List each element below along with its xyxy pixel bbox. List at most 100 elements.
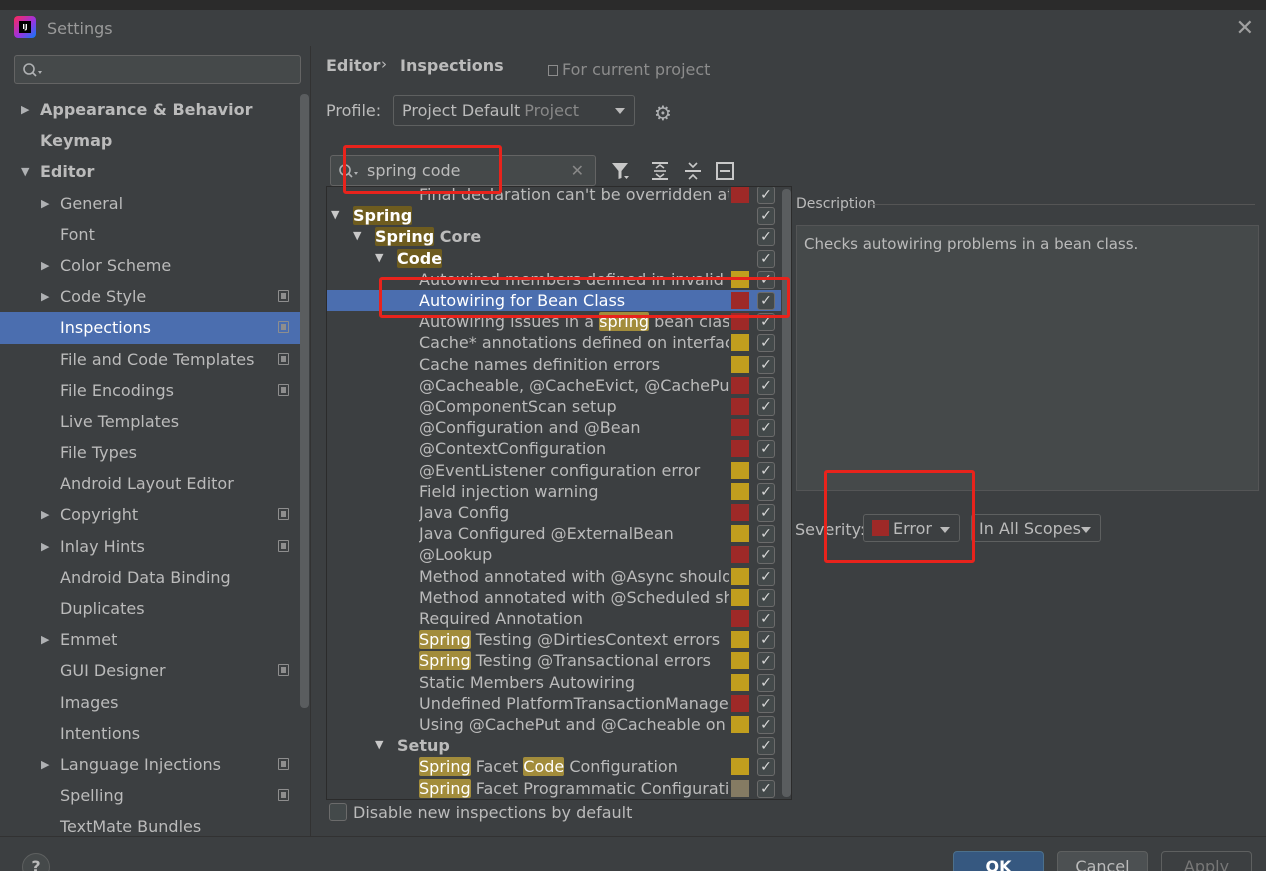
inspection-row[interactable]: Cache* annotations defined on interfaces… [327,332,781,353]
expand-right-icon[interactable]: ▶ [41,281,49,312]
inspection-row[interactable]: Java Configured @ExternalBean ✓ [327,523,781,544]
sidebar-item-file-and-code-templates[interactable]: File and Code Templates [0,344,300,375]
expand-right-icon[interactable]: ▶ [41,531,49,562]
sidebar-item-intentions[interactable]: Intentions [0,718,300,749]
sidebar-item-inspections[interactable]: Inspections [0,312,300,344]
sidebar-scrollbar[interactable] [300,94,309,708]
collapse-all-icon[interactable] [682,160,704,182]
cancel-button[interactable]: Cancel [1057,851,1148,871]
inspection-enabled-checkbox[interactable]: ✓ [757,652,775,671]
inspection-enabled-checkbox[interactable]: ✓ [757,419,775,438]
reset-icon[interactable] [714,160,736,182]
inspection-enabled-checkbox[interactable]: ✓ [757,525,775,544]
inspection-row[interactable]: Using @CachePut and @Cacheable on same m… [327,714,781,735]
profile-dropdown[interactable]: Project Default Project [393,95,635,126]
sidebar-item-emmet[interactable]: ▶ Emmet [0,624,300,655]
inspection-filter-input[interactable]: spring code ✕ [330,155,596,186]
gear-icon[interactable]: ⚙ [654,101,672,125]
expand-down-icon[interactable]: ▼ [375,251,383,264]
sidebar-item-language-injections[interactable]: ▶ Language Injections [0,749,300,780]
ok-button[interactable]: OK [953,851,1044,871]
inspection-row[interactable]: Final declaration can't be overridden at… [327,187,781,205]
tree-group-row[interactable]: ▼ Spring ✓ [327,205,781,226]
tree-scrollbar[interactable] [782,189,791,797]
expand-down-icon[interactable]: ▼ [353,229,361,242]
scope-dropdown[interactable]: In All Scopes [971,514,1101,542]
inspection-row[interactable]: Method annotated with @Async should retu… [327,566,781,587]
tree-group-row[interactable]: ▼ Setup ✓ [327,735,781,756]
inspection-row[interactable]: Autowiring for Bean Class ✓ [327,290,781,311]
sidebar-item-android-layout-editor[interactable]: Android Layout Editor [0,468,300,499]
disable-default-checkbox[interactable] [329,803,347,821]
inspection-enabled-checkbox[interactable]: ✓ [757,249,775,268]
expand-right-icon[interactable]: ▶ [41,250,49,281]
inspection-enabled-checkbox[interactable]: ✓ [757,228,775,247]
inspection-enabled-checkbox[interactable]: ✓ [757,376,775,395]
inspection-enabled-checkbox[interactable]: ✓ [757,270,775,289]
inspection-enabled-checkbox[interactable]: ✓ [757,779,775,798]
sidebar-item-color-scheme[interactable]: ▶ Color Scheme [0,250,300,281]
inspection-enabled-checkbox[interactable]: ✓ [757,694,775,713]
expand-right-icon[interactable]: ▶ [41,749,49,780]
expand-all-icon[interactable] [649,160,671,182]
inspection-enabled-checkbox[interactable]: ✓ [757,207,775,226]
inspection-enabled-checkbox[interactable]: ✓ [757,631,775,650]
sidebar-item-android-data-binding[interactable]: Android Data Binding [0,562,300,593]
sidebar-item-live-templates[interactable]: Live Templates [0,406,300,437]
inspection-row[interactable]: @ComponentScan setup ✓ [327,396,781,417]
expand-down-icon[interactable]: ▼ [375,738,383,751]
inspection-enabled-checkbox[interactable]: ✓ [757,334,775,353]
inspection-enabled-checkbox[interactable]: ✓ [757,440,775,459]
sidebar-item-editor[interactable]: ▼ Editor [0,156,300,187]
inspection-row[interactable]: Spring Facet Code Configuration ✓ [327,756,781,777]
inspection-enabled-checkbox[interactable]: ✓ [757,758,775,777]
inspection-row[interactable]: Required Annotation ✓ [327,608,781,629]
sidebar-item-duplicates[interactable]: Duplicates [0,593,300,624]
inspection-row[interactable]: Field injection warning ✓ [327,481,781,502]
inspection-enabled-checkbox[interactable]: ✓ [757,482,775,501]
inspection-enabled-checkbox[interactable]: ✓ [757,610,775,628]
sidebar-item-copyright[interactable]: ▶ Copyright [0,499,300,530]
inspection-enabled-checkbox[interactable]: ✓ [757,355,775,374]
sidebar-item-images[interactable]: Images [0,687,300,718]
inspection-row[interactable]: Cache names definition errors ✓ [327,354,781,375]
expand-down-icon[interactable]: ▼ [331,208,339,221]
expand-right-icon[interactable]: ▶ [41,499,49,530]
tree-group-row[interactable]: ▼ Spring Core ✓ [327,226,781,247]
expand-right-icon[interactable]: ▶ [21,94,29,125]
inspection-enabled-checkbox[interactable]: ✓ [757,673,775,692]
tree-group-row[interactable]: ▼ Code ✓ [327,248,781,269]
sidebar-item-spelling[interactable]: Spelling [0,780,300,811]
inspection-enabled-checkbox[interactable]: ✓ [757,187,775,204]
inspection-row[interactable]: Method annotated with @Scheduled should … [327,587,781,608]
inspection-row[interactable]: Autowiring issues in a spring bean class… [327,311,781,332]
sidebar-item-keymap[interactable]: Keymap [0,125,300,156]
filter-icon[interactable] [609,160,631,182]
inspection-enabled-checkbox[interactable]: ✓ [757,737,775,756]
sidebar-item-file-encodings[interactable]: File Encodings [0,375,300,406]
expand-down-icon[interactable]: ▼ [21,156,29,187]
inspection-row[interactable]: @ContextConfiguration ✓ [327,438,781,459]
sidebar-item-general[interactable]: ▶ General [0,188,300,219]
inspection-enabled-checkbox[interactable]: ✓ [757,588,775,607]
inspection-row[interactable]: Java Config ✓ [327,502,781,523]
expand-right-icon[interactable]: ▶ [41,624,49,655]
inspection-enabled-checkbox[interactable]: ✓ [757,504,775,522]
sidebar-item-code-style[interactable]: ▶ Code Style [0,281,300,312]
inspection-enabled-checkbox[interactable]: ✓ [757,398,775,416]
inspection-enabled-checkbox[interactable]: ✓ [757,567,775,586]
apply-button[interactable]: Apply [1161,851,1252,871]
inspection-row[interactable]: Undefined PlatformTransactionManager ✓ [327,693,781,714]
close-icon[interactable]: ✕ [1236,16,1254,41]
inspection-enabled-checkbox[interactable]: ✓ [757,313,775,332]
sidebar-item-inlay-hints[interactable]: ▶ Inlay Hints [0,531,300,562]
inspection-enabled-checkbox[interactable]: ✓ [757,546,775,565]
inspection-row[interactable]: Static Members Autowiring ✓ [327,672,781,693]
inspection-row[interactable]: @Cacheable, @CacheEvict, @CachePut, @Cac… [327,375,781,396]
inspection-row[interactable]: Spring Facet Programmatic Configuration ✓ [327,778,781,799]
clear-icon[interactable]: ✕ [571,161,584,180]
sidebar-item-appearance-behavior[interactable]: ▶ Appearance & Behavior [0,94,300,125]
expand-right-icon[interactable]: ▶ [41,188,49,219]
inspection-enabled-checkbox[interactable]: ✓ [757,716,775,734]
inspection-row[interactable]: @Configuration and @Bean ✓ [327,417,781,438]
